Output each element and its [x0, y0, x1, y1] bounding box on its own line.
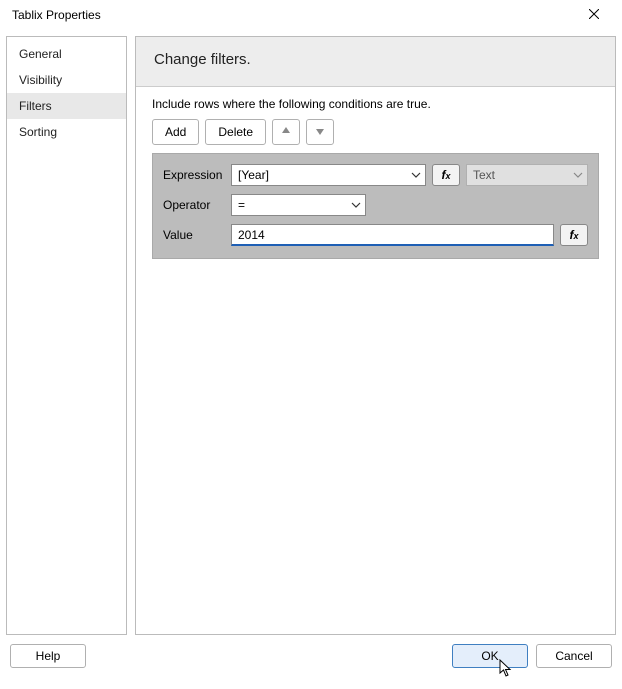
arrow-down-icon: [315, 125, 325, 139]
value-label: Value: [163, 228, 225, 242]
expression-value: [Year]: [238, 168, 269, 182]
expression-label: Expression: [163, 168, 225, 182]
chevron-down-icon: [411, 172, 421, 178]
operator-row: Operator =: [163, 194, 588, 216]
sidebar-item-label: Visibility: [19, 73, 62, 87]
ok-button[interactable]: OK: [452, 644, 528, 668]
sidebar-item-filters[interactable]: Filters: [7, 93, 126, 119]
fx-icon: fx: [441, 168, 450, 182]
type-dropdown: Text: [466, 164, 588, 186]
sidebar-item-sorting[interactable]: Sorting: [7, 119, 126, 145]
expression-dropdown[interactable]: [Year]: [231, 164, 426, 186]
chevron-down-icon: [351, 202, 361, 208]
move-up-button[interactable]: [272, 119, 300, 145]
delete-button[interactable]: Delete: [205, 119, 266, 145]
operator-value: =: [238, 198, 245, 212]
pane-title: Change filters.: [154, 51, 597, 68]
value-row: Value fx: [163, 224, 588, 246]
sidebar: General Visibility Filters Sorting: [6, 36, 127, 635]
cursor-icon: [499, 659, 513, 680]
window-title: Tablix Properties: [12, 8, 101, 22]
type-value: Text: [473, 168, 495, 182]
filter-toolbar: Add Delete: [152, 119, 599, 145]
arrow-up-icon: [281, 125, 291, 139]
value-fx-button[interactable]: fx: [560, 224, 588, 246]
sidebar-item-general[interactable]: General: [7, 41, 126, 67]
close-button[interactable]: [574, 1, 614, 29]
add-button-label: Add: [165, 125, 186, 139]
expression-row: Expression [Year] fx Text: [163, 164, 588, 186]
footer-right: OK Cancel: [452, 644, 612, 668]
fx-icon: fx: [569, 228, 578, 242]
value-input[interactable]: [231, 224, 554, 246]
cancel-button-label: Cancel: [555, 649, 592, 663]
operator-label: Operator: [163, 198, 225, 212]
sidebar-item-label: General: [19, 47, 62, 61]
content-pane: Change filters. Include rows where the f…: [135, 36, 616, 635]
delete-button-label: Delete: [218, 125, 253, 139]
expression-fx-button[interactable]: fx: [432, 164, 460, 186]
close-icon: [589, 8, 599, 22]
ok-button-label: OK: [481, 649, 498, 663]
help-button[interactable]: Help: [10, 644, 86, 668]
sidebar-item-label: Filters: [19, 99, 52, 113]
operator-dropdown[interactable]: =: [231, 194, 366, 216]
filter-panel: Expression [Year] fx Text Operator =: [152, 153, 599, 259]
content-body: Include rows where the following conditi…: [136, 87, 615, 269]
move-down-button[interactable]: [306, 119, 334, 145]
instruction-text: Include rows where the following conditi…: [152, 97, 599, 111]
titlebar: Tablix Properties: [0, 0, 622, 30]
cancel-button[interactable]: Cancel: [536, 644, 612, 668]
sidebar-item-visibility[interactable]: Visibility: [7, 67, 126, 93]
help-button-label: Help: [36, 649, 61, 663]
content-header: Change filters.: [136, 37, 615, 87]
sidebar-item-label: Sorting: [19, 125, 57, 139]
dialog-footer: Help OK Cancel: [0, 635, 622, 677]
main-area: General Visibility Filters Sorting Chang…: [0, 30, 622, 635]
chevron-down-icon: [573, 172, 583, 178]
add-button[interactable]: Add: [152, 119, 199, 145]
